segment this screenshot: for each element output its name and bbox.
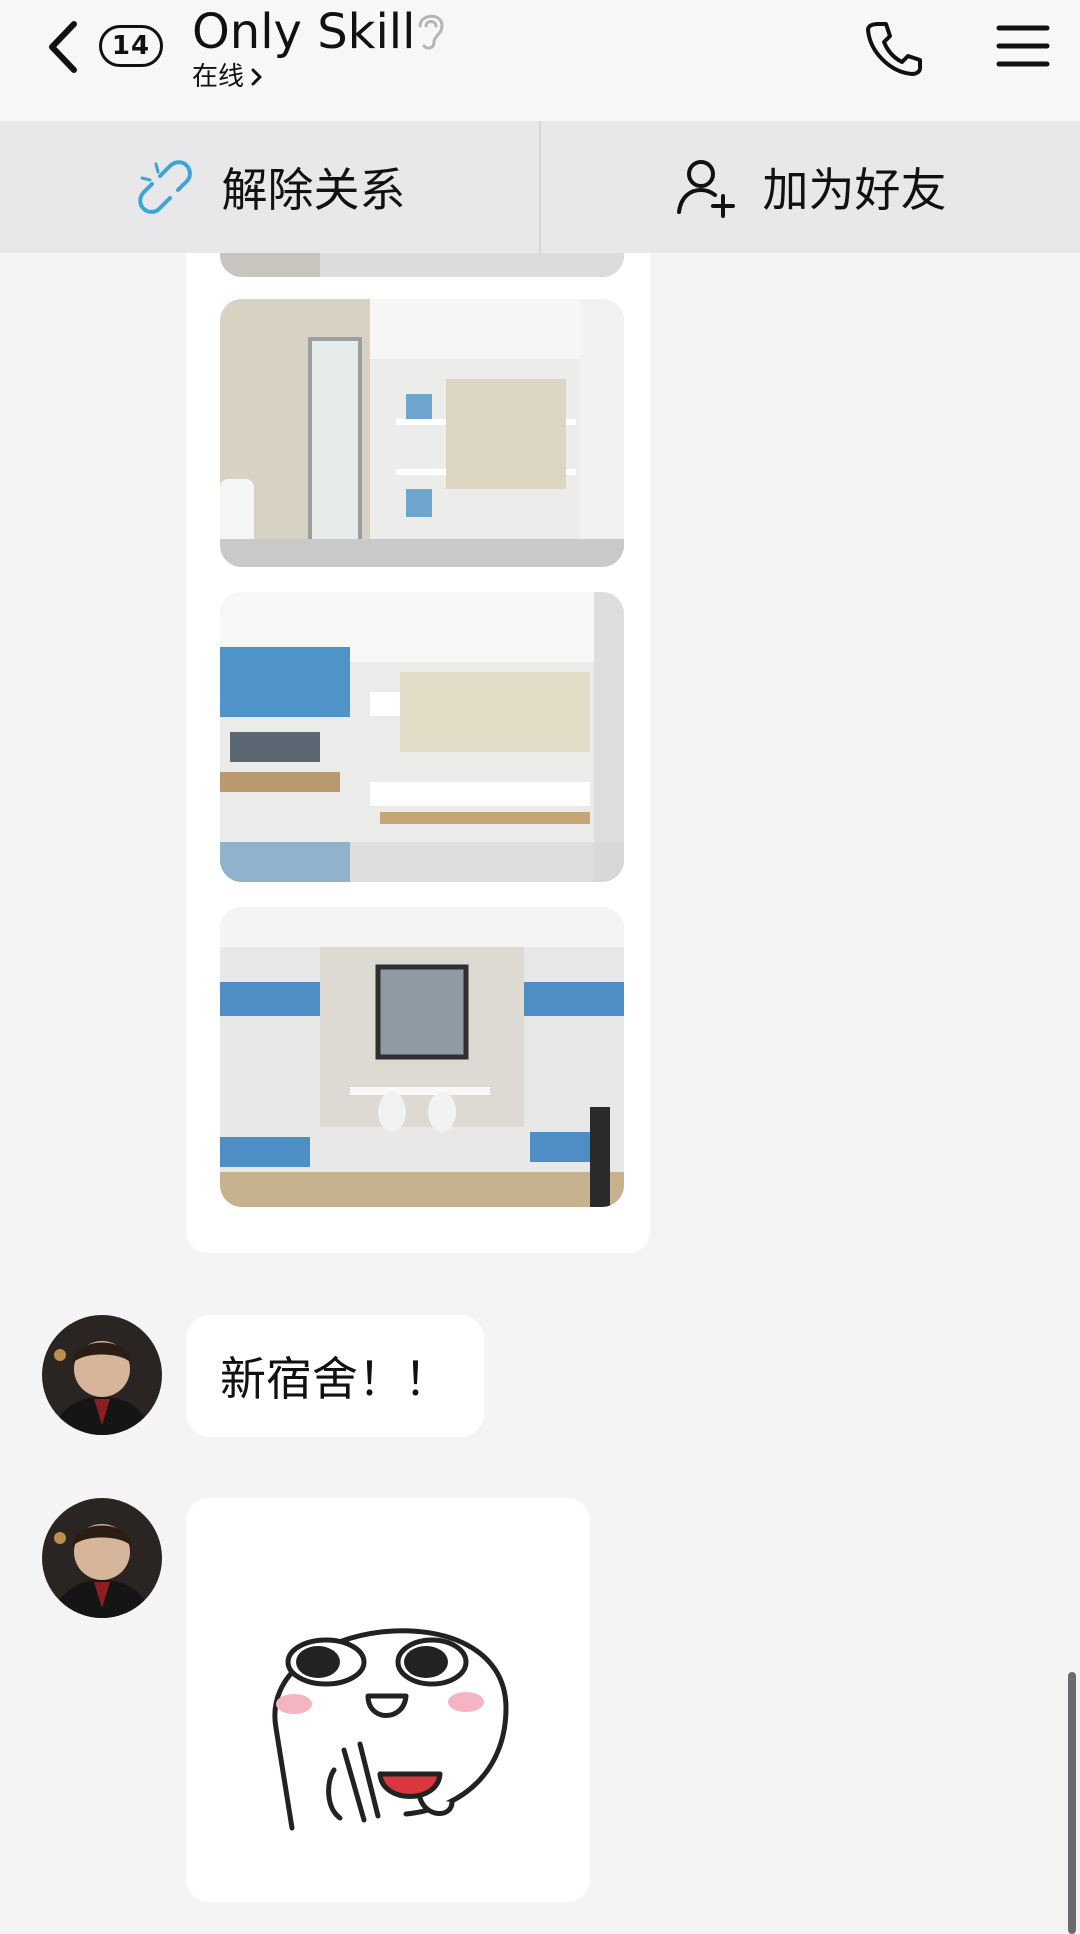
broken-link-icon — [137, 160, 192, 214]
dorm-bathroom-photo[interactable] — [220, 299, 624, 567]
unlink-button[interactable]: 解除关系 — [0, 121, 539, 253]
text-message-bubble[interactable]: 新宿舍！！ — [186, 1315, 484, 1437]
add-friend-button[interactable]: 加为好友 — [539, 121, 1080, 253]
chevron-right-icon — [251, 68, 262, 86]
contact-name[interactable]: Only Skill — [192, 2, 415, 62]
contact-avatar[interactable] — [42, 1315, 162, 1435]
avatar-image — [42, 1315, 162, 1435]
contact-avatar[interactable] — [42, 1498, 162, 1618]
chat-scroll-area[interactable]: 新宿舍！！ — [0, 253, 1080, 1934]
partial-photo[interactable] — [220, 253, 624, 277]
online-status-label: 在线 — [192, 62, 245, 92]
message-text: 新宿舍！！ — [220, 1352, 450, 1406]
sticker-message-bubble[interactable] — [186, 1498, 590, 1902]
image-message-bubble[interactable] — [186, 253, 650, 1253]
eating-face-sticker — [272, 1628, 509, 1831]
dorm-room-window-photo[interactable] — [220, 907, 624, 1207]
unlink-label: 解除关系 — [221, 163, 406, 217]
dorm-bunkbeds-photo[interactable] — [220, 592, 624, 882]
ear-icon — [418, 14, 444, 50]
add-friend-label: 加为好友 — [762, 163, 947, 217]
unread-count-badge[interactable]: 14 — [99, 25, 163, 67]
chat-header: 14 Only Skill 在线 — [0, 0, 1080, 121]
add-user-icon — [676, 160, 735, 218]
phone-icon[interactable] — [864, 18, 924, 78]
relationship-action-bar: 解除关系 加为好友 — [0, 121, 1080, 253]
online-status[interactable]: 在线 — [192, 60, 264, 94]
back-arrow-icon[interactable] — [44, 18, 84, 76]
scrollbar[interactable] — [1068, 1672, 1076, 1934]
menu-icon[interactable] — [996, 22, 1050, 70]
avatar-image — [42, 1498, 162, 1618]
